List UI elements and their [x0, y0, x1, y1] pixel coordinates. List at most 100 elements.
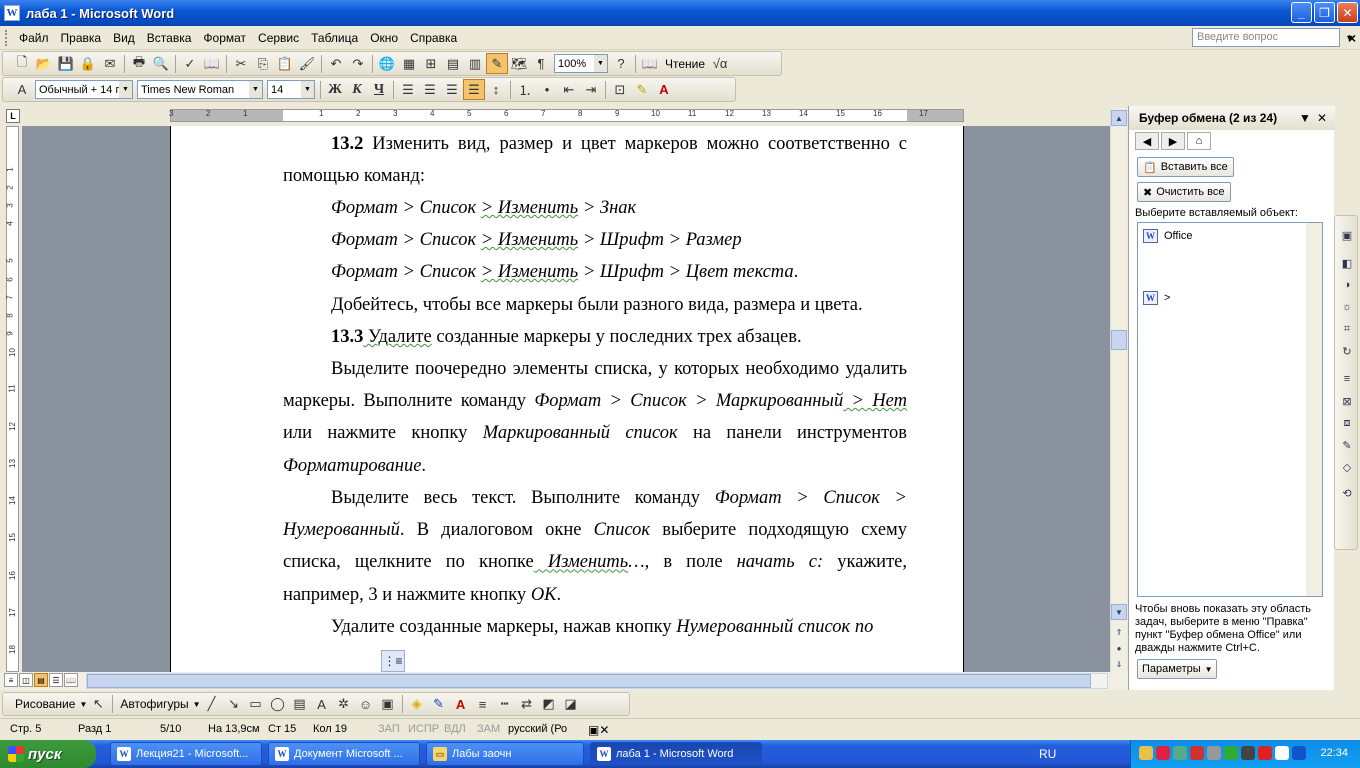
horizontal-ruler[interactable]: L 3 2 1 1 2 3 4 5 6 7 8 9 10 11 12 13 14…: [0, 106, 1128, 126]
decrease-indent-icon[interactable]: ⇤: [558, 79, 580, 100]
read-icon[interactable]: 📖: [639, 53, 661, 74]
taskbar-item[interactable]: ▭ Лабы заочн: [426, 742, 584, 766]
line-color-icon[interactable]: ✎: [428, 694, 450, 715]
paragraph[interactable]: Выделите весь текст. Выполните команду Ф…: [283, 482, 907, 611]
list-scrollbar[interactable]: [1306, 223, 1322, 596]
diagram-icon[interactable]: ✲: [333, 694, 355, 715]
dash-style-icon[interactable]: ┅: [494, 694, 516, 715]
numbering-icon[interactable]: ⒈: [514, 79, 536, 100]
font-color-icon[interactable]: A: [450, 694, 472, 715]
document-map-icon[interactable]: 🗺: [508, 53, 530, 74]
save-icon[interactable]: 💾: [55, 53, 77, 74]
help-icon[interactable]: ?: [610, 53, 632, 74]
styles-formatting-icon[interactable]: A: [11, 79, 33, 100]
menu-table[interactable]: Таблица: [305, 27, 364, 49]
horizontal-scroll-thumb[interactable]: [87, 674, 1091, 688]
line-style-icon[interactable]: ≡: [472, 694, 494, 715]
help-question-input[interactable]: Введите вопрос: [1192, 28, 1340, 47]
font-color-icon[interactable]: A: [653, 79, 675, 100]
document-close-icon[interactable]: ×: [1348, 30, 1356, 46]
permission-icon[interactable]: 🔒: [77, 53, 99, 74]
fill-color-icon[interactable]: ◈: [406, 694, 428, 715]
tray-app-icon[interactable]: [1292, 746, 1306, 760]
next-page-icon[interactable]: ⇓: [1111, 656, 1127, 672]
language-indicator[interactable]: RU: [1039, 747, 1056, 761]
taskbar-item[interactable]: W Документ Microsoft ...: [268, 742, 420, 766]
select-pointer-icon[interactable]: ↖: [87, 694, 109, 715]
picture-icon[interactable]: ▣: [1339, 228, 1355, 242]
autoshapes-menu[interactable]: Автофигуры: [120, 697, 188, 711]
redo-icon[interactable]: ↷: [347, 53, 369, 74]
open-folder-icon[interactable]: 📂: [33, 53, 55, 74]
menu-tools[interactable]: Сервис: [252, 27, 305, 49]
line-spacing-icon[interactable]: ↕: [485, 79, 507, 100]
rectangle-icon[interactable]: ▭: [245, 694, 267, 715]
horizontal-scrollbar[interactable]: [86, 673, 1108, 689]
word-icon[interactable]: W: [4, 5, 20, 21]
paste-icon[interactable]: 📋: [274, 53, 296, 74]
paragraph[interactable]: Формат > Список > Изменить > Шрифт > Раз…: [283, 224, 907, 256]
tray-app-icon[interactable]: [1207, 746, 1221, 760]
research-icon[interactable]: 📖: [201, 53, 223, 74]
drawing-menu[interactable]: Рисование: [15, 697, 75, 711]
vertical-ruler[interactable]: 1 2 3 4 5 6 7 8 9 10 11 12 13 14 15 16 1…: [0, 126, 22, 672]
menu-file[interactable]: Файл: [13, 27, 55, 49]
paragraph[interactable]: Добейтесь, чтобы все маркеры были разног…: [283, 289, 907, 321]
scroll-up-icon[interactable]: ▲: [1111, 110, 1127, 126]
status-rec[interactable]: ЗАП: [378, 723, 400, 735]
reading-view-icon[interactable]: 📖: [64, 673, 78, 687]
spelling-icon[interactable]: ✓: [179, 53, 201, 74]
tray-app-icon[interactable]: [1173, 746, 1187, 760]
tray-app-icon[interactable]: [1241, 746, 1255, 760]
browse-object-icon[interactable]: ●: [1111, 640, 1127, 656]
status-track[interactable]: ИСПР: [408, 723, 439, 735]
arrow-icon[interactable]: ↘: [223, 694, 245, 715]
paragraph[interactable]: 13.3 Удалите созданные маркеры у последн…: [283, 321, 907, 353]
line-icon[interactable]: ╱: [201, 694, 223, 715]
scroll-thumb[interactable]: [1111, 330, 1127, 350]
paste-all-button[interactable]: 📋 Вставить все: [1137, 157, 1234, 177]
clipboard-item[interactable]: W >: [1143, 291, 1170, 305]
minimize-button[interactable]: _: [1291, 2, 1312, 23]
clock[interactable]: 22:34: [1320, 747, 1348, 759]
style-combo[interactable]: Обычный + 14 г ▼: [35, 80, 133, 99]
undo-icon[interactable]: ↶: [325, 53, 347, 74]
menu-format[interactable]: Формат: [197, 27, 252, 49]
clipart-icon[interactable]: ☺: [355, 694, 377, 715]
increase-indent-icon[interactable]: ⇥: [580, 79, 602, 100]
columns-icon[interactable]: ▥: [464, 53, 486, 74]
tables-borders-icon[interactable]: ▦: [398, 53, 420, 74]
tray-app-icon[interactable]: [1258, 746, 1272, 760]
email-icon[interactable]: ✉: [99, 53, 121, 74]
drawing-icon[interactable]: ✎: [486, 53, 508, 74]
menu-grip[interactable]: [5, 29, 9, 46]
tray-app-icon[interactable]: [1156, 746, 1170, 760]
equation-icon[interactable]: √α: [709, 53, 731, 74]
paragraph[interactable]: 13.2 Изменить вид, размер и цвет маркеро…: [283, 128, 907, 192]
back-icon[interactable]: ◀: [1135, 132, 1159, 150]
tray-app-icon[interactable]: [1139, 746, 1153, 760]
shadow-icon[interactable]: ◩: [538, 694, 560, 715]
chevron-down-icon[interactable]: ▼: [301, 81, 314, 98]
italic-button[interactable]: К: [346, 79, 368, 100]
chevron-down-icon[interactable]: ▼: [193, 700, 201, 709]
brightness-icon[interactable]: ☼: [1339, 300, 1355, 314]
contrast-icon[interactable]: ◑: [1339, 278, 1355, 292]
close-button[interactable]: ✕: [1337, 2, 1358, 23]
compress-icon[interactable]: ⊠: [1339, 394, 1355, 408]
format-picture-icon[interactable]: ✎: [1339, 438, 1355, 452]
clear-all-button[interactable]: ✖ Очистить все: [1137, 182, 1231, 202]
font-combo[interactable]: Times New Roman ▼: [137, 80, 263, 99]
menu-view[interactable]: Вид: [107, 27, 141, 49]
normal-view-icon[interactable]: ≡: [4, 673, 18, 687]
print-preview-icon[interactable]: 🔍: [150, 53, 172, 74]
copy-icon[interactable]: ⎘: [252, 53, 274, 74]
align-left-icon[interactable]: ☰: [397, 79, 419, 100]
menu-window[interactable]: Окно: [364, 27, 404, 49]
tray-app-icon[interactable]: [1190, 746, 1204, 760]
underline-button[interactable]: Ч: [368, 79, 390, 100]
scroll-down-icon[interactable]: ▼: [1111, 604, 1127, 620]
previous-page-icon[interactable]: ⇑: [1111, 624, 1127, 640]
paragraph[interactable]: Выделите поочередно элементы списка, у к…: [283, 353, 907, 482]
print-layout-icon[interactable]: ▤: [34, 673, 48, 687]
